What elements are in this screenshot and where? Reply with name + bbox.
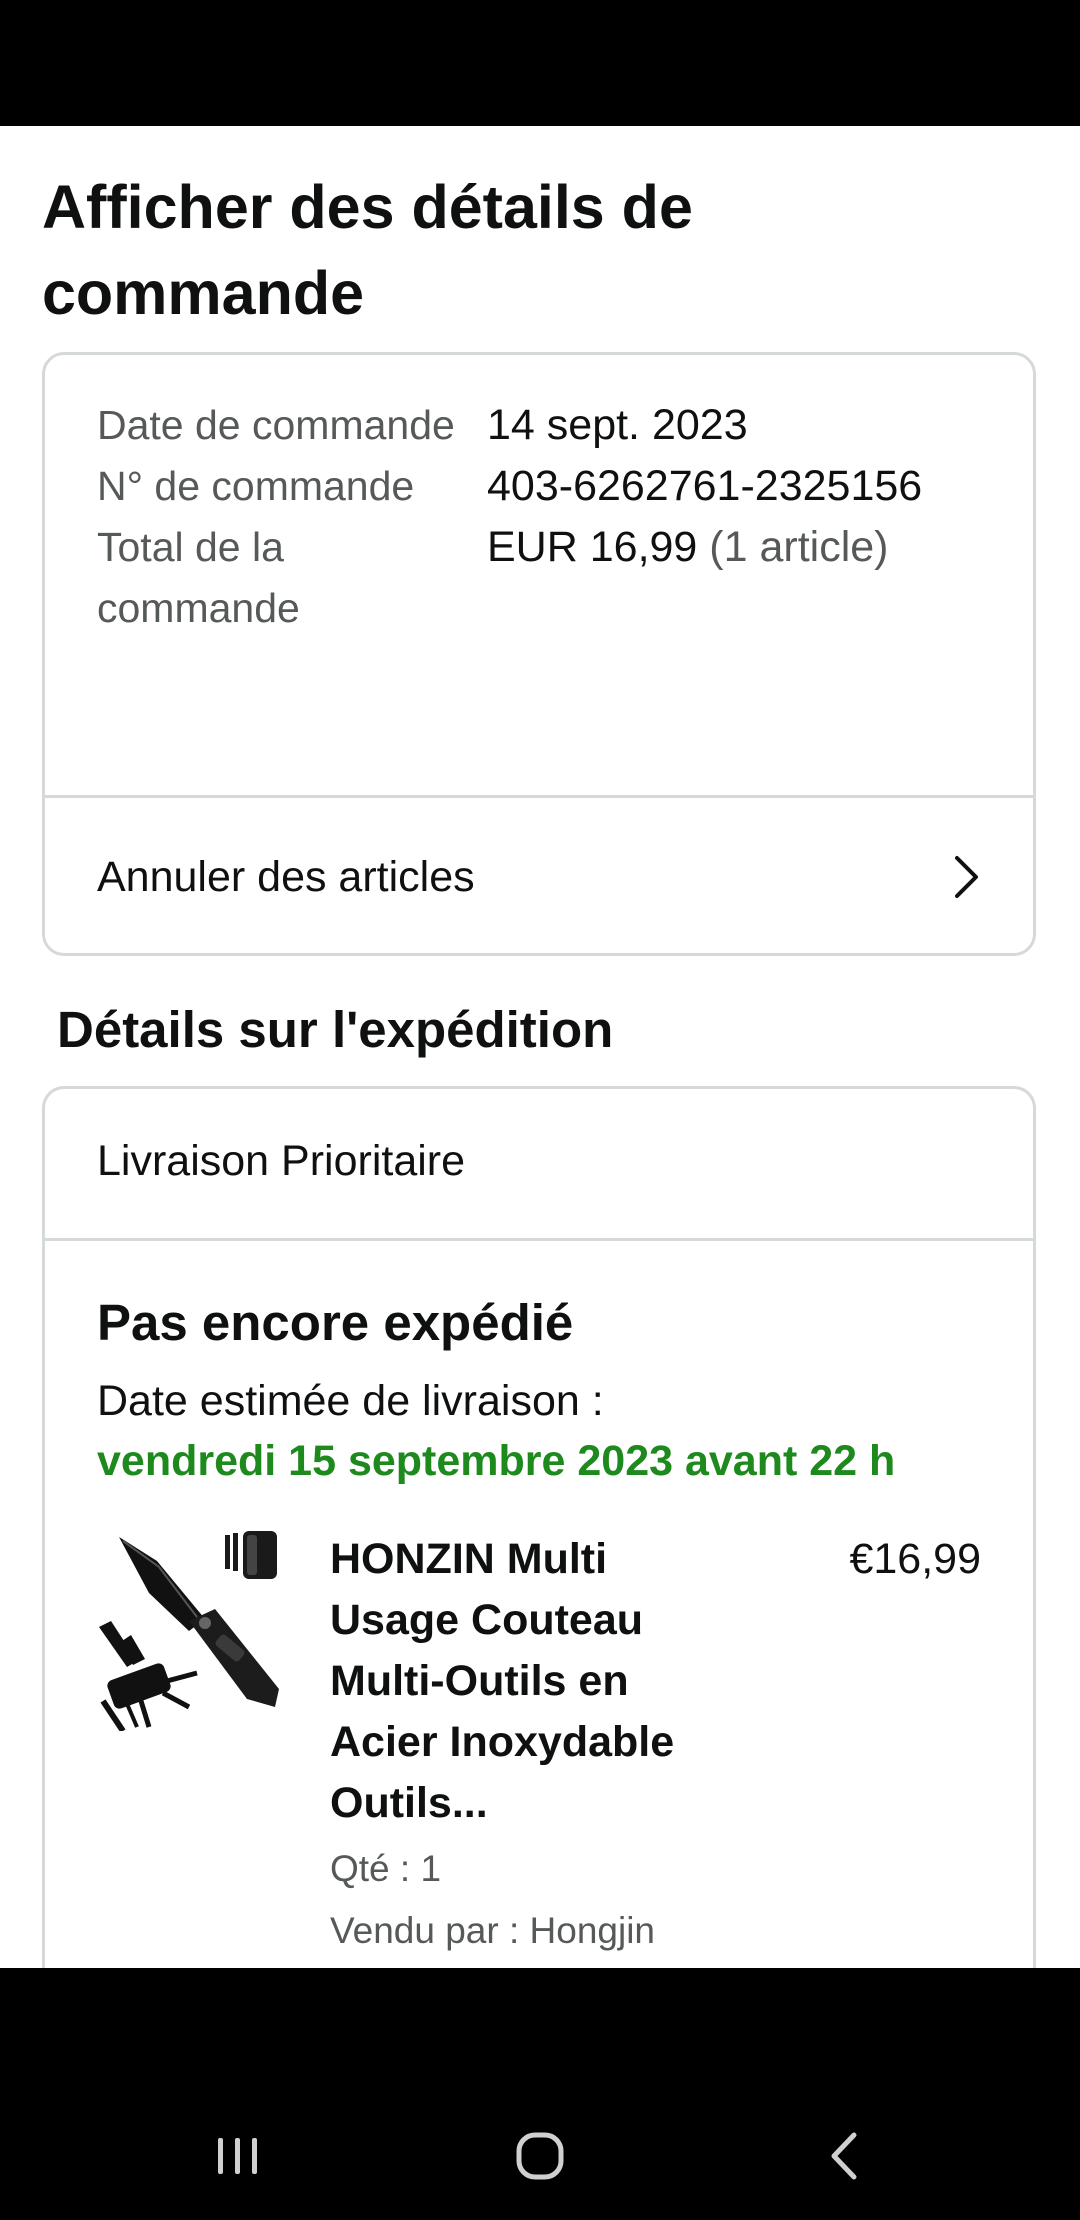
order-number-row: N° de commande 403-6262761-2325156 — [97, 456, 997, 517]
estimated-delivery-date: vendredi 15 septembre 2023 avant 22 h — [97, 1437, 896, 1485]
shipping-details-title: Détails sur l'expédition — [57, 1001, 614, 1058]
shipping-method: Livraison Prioritaire — [97, 1137, 466, 1185]
shipment-card: Livraison Prioritaire Pas encore expédié… — [42, 1086, 1036, 1968]
chevron-right-icon — [955, 856, 978, 898]
order-number-label: N° de commande — [97, 463, 415, 509]
back-icon — [831, 2132, 857, 2180]
estimated-delivery-label: Date estimée de livraison : — [97, 1377, 604, 1425]
order-total-row: Total de la commande EUR 16,99 (1 articl… — [97, 517, 997, 639]
home-icon — [516, 2132, 564, 2180]
order-details-page: Afficher des détails de commande Date de… — [0, 126, 1080, 1968]
cancel-items-label: Annuler des articles — [97, 852, 475, 901]
page-title: Afficher des détails de commande — [42, 173, 693, 327]
home-button[interactable] — [500, 2126, 580, 2186]
order-total-amount: EUR 16,99 — [487, 523, 698, 571]
cancel-items-button[interactable]: Annuler des articles — [45, 798, 1033, 953]
order-total-value: EUR 16,99 (1 article) — [487, 517, 889, 578]
order-summary-card: Date de commande 14 sept. 2023 N° de com… — [42, 352, 1036, 956]
multitool-knife-icon[interactable] — [97, 1531, 287, 1731]
order-date-label: Date de commande — [97, 402, 455, 448]
order-date-row: Date de commande 14 sept. 2023 — [97, 395, 997, 456]
recent-apps-icon — [218, 2138, 257, 2174]
order-item-count: (1 article) — [709, 523, 889, 571]
product-quantity: Qté : 1 — [330, 1848, 442, 1889]
product-price: €16,99 — [849, 1535, 981, 1583]
product-seller: Vendu par : Hongjin — [330, 1910, 656, 1951]
order-total-label: Total de la commande — [97, 524, 300, 631]
order-summary-table: Date de commande 14 sept. 2023 N° de com… — [97, 395, 997, 639]
recent-apps-button[interactable] — [198, 2126, 278, 2186]
order-date-value: 14 sept. 2023 — [487, 401, 748, 449]
shipment-status: Pas encore expédié — [97, 1294, 574, 1351]
back-button[interactable] — [804, 2126, 884, 2186]
product-title-link[interactable]: HONZIN Multi Usage Couteau Multi-Outils … — [330, 1529, 730, 1834]
order-number-value: 403-6262761-2325156 — [487, 462, 923, 510]
status-bar — [0, 0, 1080, 126]
shipment-divider — [45, 1238, 1033, 1241]
